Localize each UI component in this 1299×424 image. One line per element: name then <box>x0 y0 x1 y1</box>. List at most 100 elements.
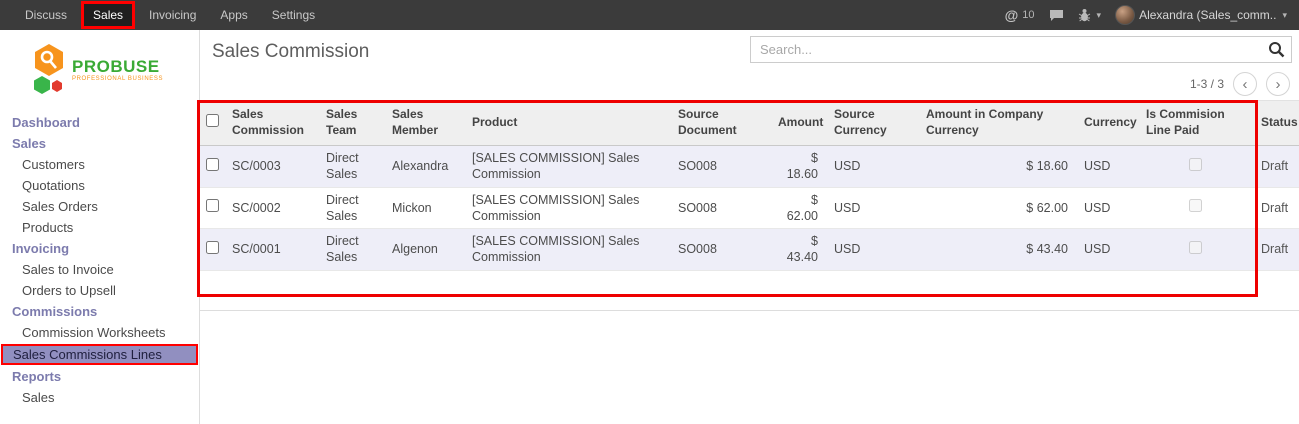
user-avatar <box>1115 5 1135 25</box>
cell-amount-company: $ 43.40 <box>918 229 1076 271</box>
row-select-cell <box>200 229 224 271</box>
cell-sales-member: Algenon <box>384 229 464 271</box>
activities-button[interactable]: @ 10 <box>1005 7 1035 23</box>
col-is-commission-line-paid[interactable]: Is Commision Line Paid <box>1138 101 1253 146</box>
col-sales-commission[interactable]: Sales Commission <box>224 101 318 146</box>
menu-discuss[interactable]: Discuss <box>13 0 79 30</box>
cell-amount: $ 62.00 <box>770 187 826 229</box>
body-row: PROBUSE PROFESSIONAL BUSINESS Dashboard … <box>0 30 1299 424</box>
sidebar-item-reports-sales[interactable]: Sales <box>0 387 199 408</box>
pager-previous-button[interactable]: ‹ <box>1233 72 1257 96</box>
cell-status: Draft <box>1253 229 1299 271</box>
select-all-cell <box>200 101 224 146</box>
cell-source-currency: USD <box>826 187 918 229</box>
menu-apps[interactable]: Apps <box>208 0 259 30</box>
cell-amount: $ 43.40 <box>770 229 826 271</box>
cell-status: Draft <box>1253 187 1299 229</box>
col-status[interactable]: Status <box>1253 101 1299 146</box>
cell-source-document: SO008 <box>670 146 770 188</box>
topbar-right: @ 10 ▾ Alexandra (Sales_comm.. ▾ <box>1005 5 1299 25</box>
cell-sales-team: Direct Sales <box>318 146 384 188</box>
sidebar: PROBUSE PROFESSIONAL BUSINESS Dashboard … <box>0 30 200 424</box>
list-view: Sales Commission Sales Team Sales Member… <box>200 100 1299 311</box>
pager-next-button[interactable]: › <box>1266 72 1290 96</box>
messages-button[interactable] <box>1049 9 1064 22</box>
cell-currency: USD <box>1076 187 1138 229</box>
search-icon <box>1268 41 1285 58</box>
col-currency[interactable]: Currency <box>1076 101 1138 146</box>
row-checkbox[interactable] <box>206 241 219 254</box>
commission-table: Sales Commission Sales Team Sales Member… <box>200 100 1299 271</box>
sidebar-item-sales-commissions-lines[interactable]: Sales Commissions Lines <box>1 344 198 365</box>
menu-sales[interactable]: Sales <box>81 1 135 29</box>
user-name: Alexandra (Sales_comm.. <box>1139 8 1276 22</box>
cell-source-currency: USD <box>826 229 918 271</box>
col-amount[interactable]: Amount <box>770 101 826 146</box>
probuse-logo: PROBUSE PROFESSIONAL BUSINESS <box>0 30 199 112</box>
sidebar-item-invoicing[interactable]: Invoicing <box>0 238 199 259</box>
sidebar-item-reports[interactable]: Reports <box>0 366 199 387</box>
bug-icon <box>1078 8 1091 22</box>
caret-down-icon: ▾ <box>1097 10 1102 21</box>
activity-count: 10 <box>1022 9 1034 21</box>
logo-text: PROBUSE PROFESSIONAL BUSINESS <box>72 58 163 82</box>
cell-is-paid <box>1138 146 1253 188</box>
col-sales-member[interactable]: Sales Member <box>384 101 464 146</box>
sidebar-item-sales[interactable]: Sales <box>0 133 199 154</box>
table-row[interactable]: SC/0003 Direct Sales Alexandra [SALES CO… <box>200 146 1299 188</box>
sidebar-item-commission-worksheets[interactable]: Commission Worksheets <box>0 322 199 343</box>
row-checkbox[interactable] <box>206 158 219 171</box>
col-source-currency[interactable]: Source Currency <box>826 101 918 146</box>
sidebar-item-dashboard[interactable]: Dashboard <box>0 112 199 133</box>
cell-is-paid <box>1138 229 1253 271</box>
col-product[interactable]: Product <box>464 101 670 146</box>
user-menu-button[interactable]: Alexandra (Sales_comm.. ▾ <box>1115 5 1287 25</box>
sidebar-item-customers[interactable]: Customers <box>0 154 199 175</box>
cell-source-document: SO008 <box>670 187 770 229</box>
search-box <box>750 36 1292 63</box>
menu-invoicing[interactable]: Invoicing <box>137 0 208 30</box>
col-amount-company-currency[interactable]: Amount in Company Currency <box>918 101 1076 146</box>
search-input[interactable] <box>750 36 1292 63</box>
table-row[interactable]: SC/0002 Direct Sales Mickon [SALES COMMI… <box>200 187 1299 229</box>
at-icon: @ <box>1005 7 1019 23</box>
cell-amount-company: $ 62.00 <box>918 187 1076 229</box>
cell-sales-member: Alexandra <box>384 146 464 188</box>
cell-sales-commission: SC/0003 <box>224 146 318 188</box>
cell-currency: USD <box>1076 146 1138 188</box>
pager: 1-3 / 3 ‹ › <box>1190 72 1290 96</box>
logo-subtitle: PROFESSIONAL BUSINESS <box>72 76 163 82</box>
cell-sales-member: Mickon <box>384 187 464 229</box>
table-header-row: Sales Commission Sales Team Sales Member… <box>200 101 1299 146</box>
cell-source-document: SO008 <box>670 229 770 271</box>
cell-sales-commission: SC/0002 <box>224 187 318 229</box>
cell-currency: USD <box>1076 229 1138 271</box>
sidebar-item-orders-to-upsell[interactable]: Orders to Upsell <box>0 280 199 301</box>
main-area: Sales Commission 1-3 / 3 ‹ › <box>200 30 1299 424</box>
sidebar-item-sales-orders[interactable]: Sales Orders <box>0 196 199 217</box>
menu-settings[interactable]: Settings <box>260 0 327 30</box>
row-checkbox[interactable] <box>206 199 219 212</box>
select-all-checkbox[interactable] <box>206 114 219 127</box>
sidebar-item-products[interactable]: Products <box>0 217 199 238</box>
col-source-document[interactable]: Source Document <box>670 101 770 146</box>
row-select-cell <box>200 146 224 188</box>
col-sales-team[interactable]: Sales Team <box>318 101 384 146</box>
cell-sales-team: Direct Sales <box>318 187 384 229</box>
table-row[interactable]: SC/0001 Direct Sales Algenon [SALES COMM… <box>200 229 1299 271</box>
sidebar-item-sales-to-invoice[interactable]: Sales to Invoice <box>0 259 199 280</box>
chat-bubble-icon <box>1049 9 1064 22</box>
sidebar-item-quotations[interactable]: Quotations <box>0 175 199 196</box>
is-paid-checkbox <box>1189 241 1202 254</box>
cell-sales-commission: SC/0001 <box>224 229 318 271</box>
topbar-menu: Discuss Sales Invoicing Apps Settings <box>0 0 327 30</box>
debug-menu-button[interactable]: ▾ <box>1078 8 1102 22</box>
is-paid-checkbox <box>1189 158 1202 171</box>
cell-status: Draft <box>1253 146 1299 188</box>
cell-is-paid <box>1138 187 1253 229</box>
search-button[interactable] <box>1263 38 1289 61</box>
topbar: Discuss Sales Invoicing Apps Settings @ … <box>0 0 1299 30</box>
app-window: Discuss Sales Invoicing Apps Settings @ … <box>0 0 1299 424</box>
pager-range: 1-3 / 3 <box>1190 77 1224 91</box>
sidebar-item-commissions[interactable]: Commissions <box>0 301 199 322</box>
